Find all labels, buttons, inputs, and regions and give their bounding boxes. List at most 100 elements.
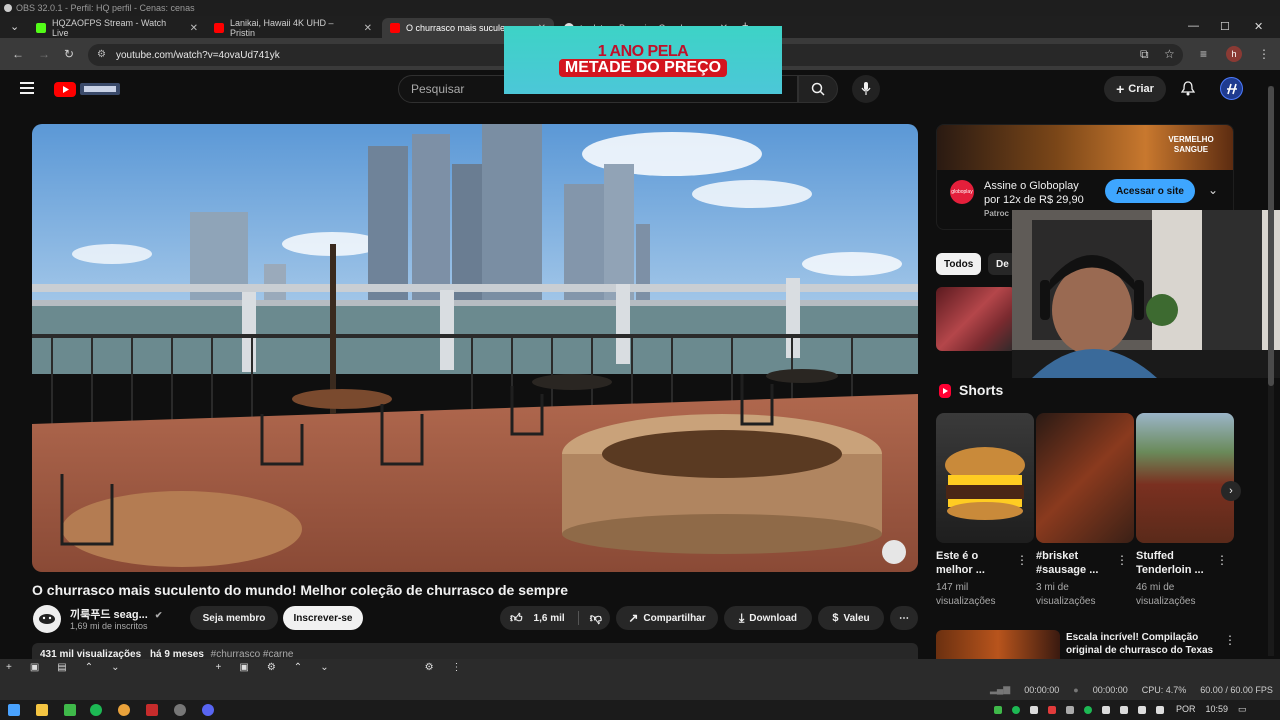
close-icon[interactable]: ✕	[364, 23, 372, 34]
thanks-button[interactable]: $ Valeu	[818, 606, 884, 630]
tab-kick-stream[interactable]: HQZAOFPS Stream - Watch Live ✕	[28, 18, 206, 38]
reload-icon[interactable]: ↻	[64, 47, 74, 61]
ad-cta-button[interactable]: Acessar o site	[1105, 179, 1195, 203]
share-label: Compartilhar	[643, 612, 706, 624]
share-button[interactable]: ↗ Compartilhar	[616, 606, 718, 630]
maximize-icon[interactable]: ☐	[1220, 20, 1230, 33]
share-icon: ↗	[628, 611, 639, 625]
dislike-icon[interactable]: 👎︎	[590, 611, 602, 626]
download-button[interactable]: ⤓ Download	[724, 606, 812, 630]
short-thumbnail[interactable]	[1036, 413, 1134, 543]
ad-text-line1: Assine o Globoplay	[984, 180, 1079, 192]
account-avatar[interactable]	[1220, 77, 1243, 100]
input-language[interactable]: POR	[1176, 704, 1196, 715]
move-up-icon[interactable]: ⌃	[85, 662, 93, 673]
file-explorer-icon[interactable]	[36, 704, 48, 716]
channel-avatar[interactable]	[33, 605, 61, 633]
tray-network-icon[interactable]	[1030, 706, 1038, 714]
recommended-video-title[interactable]: Escala incrível! Compilação original de …	[1066, 631, 1216, 657]
tab-search-icon[interactable]: ⌄	[10, 20, 19, 33]
bookmark-star-icon[interactable]: ☆	[1164, 47, 1175, 61]
mixer-menu-icon[interactable]: ⋮	[452, 662, 462, 673]
spotify-icon[interactable]	[90, 704, 102, 716]
remove-scene-icon[interactable]: ▣	[239, 662, 248, 673]
minimize-icon[interactable]: —	[1188, 20, 1199, 32]
recommended-menu-icon[interactable]: ⋮	[1224, 633, 1236, 647]
like-icon[interactable]: 👍︎	[510, 611, 523, 626]
short-menu-icon[interactable]: ⋮	[1116, 553, 1128, 567]
back-icon[interactable]: ←	[12, 47, 24, 61]
ad-logo-text: globoplay	[951, 189, 973, 195]
subscribe-button[interactable]: Inscrever-se	[283, 606, 363, 630]
create-button[interactable]: + Criar	[1104, 76, 1166, 102]
notifications-icon[interactable]: ▭	[1238, 704, 1247, 715]
youtube-icon	[214, 23, 224, 33]
news-app-icon[interactable]	[146, 704, 158, 716]
trash-icon[interactable]: ▣	[30, 662, 39, 673]
media-controls-icon[interactable]: ≡	[1200, 47, 1207, 61]
like-count[interactable]: 1,6 mil	[534, 613, 565, 624]
record-time: 00:00:00	[1092, 684, 1128, 695]
tray-headset-icon[interactable]	[1102, 706, 1110, 714]
start-menu-icon[interactable]	[8, 704, 20, 716]
obs-taskbar-icon[interactable]	[174, 704, 186, 716]
short-views-line: visualizações	[1036, 596, 1096, 607]
scene-down-icon[interactable]: ⌄	[320, 662, 328, 673]
ad-chevron-down-icon[interactable]: ⌄	[1208, 183, 1218, 197]
tray-wifi-icon[interactable]	[1138, 706, 1146, 714]
forward-icon[interactable]: →	[38, 47, 50, 61]
short-title[interactable]: Stuffed Tenderloin ...	[1136, 549, 1216, 577]
youtube-logo-icon[interactable]	[54, 81, 122, 97]
chrome-icon[interactable]	[118, 704, 130, 716]
mixer-settings-icon[interactable]: ⚙	[425, 662, 434, 673]
move-down-icon[interactable]: ⌄	[111, 662, 119, 673]
short-title-line: #sausage ...	[1036, 564, 1099, 576]
channel-name[interactable]: 끼룩푸드 seag... ✔	[70, 606, 162, 622]
short-views-line: 46 mi de	[1136, 582, 1175, 593]
short-thumbnail[interactable]	[1136, 413, 1234, 543]
system-tray[interactable]: POR 10:59 ▭	[1176, 704, 1247, 715]
notifications-bell-icon[interactable]	[1181, 81, 1195, 96]
recommended-title-line: Escala incrível! Compilação	[1066, 632, 1199, 643]
short-thumbnail[interactable]	[936, 413, 1034, 543]
filter-icon[interactable]: ▤	[57, 662, 66, 673]
recommended-thumbnail[interactable]	[936, 287, 1016, 351]
short-title[interactable]: Este é o melhor ...	[936, 549, 1016, 577]
tray-mic-icon[interactable]	[1120, 706, 1128, 714]
tray-volume-icon[interactable]	[1156, 706, 1164, 714]
tab-lanikai[interactable]: Lanikai, Hawaii 4K UHD – Pristin ✕	[206, 18, 380, 38]
short-title[interactable]: #brisket #sausage ...	[1036, 549, 1116, 577]
tray-status-icon[interactable]	[1084, 706, 1092, 714]
scene-settings-icon[interactable]: ⚙	[267, 662, 276, 673]
scrollbar-thumb[interactable]	[1268, 86, 1274, 386]
shorts-next-chevron-icon[interactable]: ›	[1221, 481, 1241, 501]
page-scrollbar[interactable]	[1268, 86, 1274, 656]
xbox-icon[interactable]	[64, 704, 76, 716]
site-info-icon[interactable]: ⚙	[97, 49, 106, 60]
add-scene-icon[interactable]: +	[216, 662, 222, 673]
tray-spotify-icon[interactable]	[1012, 706, 1020, 714]
chip-todos[interactable]: Todos	[936, 253, 982, 275]
short-menu-icon[interactable]: ⋮	[1016, 553, 1028, 567]
search-button[interactable]	[798, 75, 838, 103]
profile-avatar[interactable]: h	[1226, 46, 1242, 62]
install-icon[interactable]: ⧉	[1140, 47, 1149, 62]
close-icon[interactable]: ✕	[190, 23, 198, 34]
tray-settings-icon[interactable]	[1066, 706, 1074, 714]
browser-menu-icon[interactable]: ⋮	[1258, 47, 1270, 61]
discord-icon[interactable]	[202, 704, 214, 716]
video-player[interactable]	[32, 124, 918, 572]
join-button[interactable]: Seja membro	[190, 606, 278, 630]
tray-alert-icon[interactable]	[1048, 706, 1056, 714]
tray-app-icon[interactable]	[994, 706, 1002, 714]
scene-up-icon[interactable]: ⌃	[294, 662, 302, 673]
add-source-icon[interactable]: +	[6, 662, 12, 673]
more-actions-button[interactable]: ⋯	[890, 606, 918, 630]
clock[interactable]: 10:59	[1206, 704, 1229, 715]
voice-search-button[interactable]	[852, 75, 880, 103]
hamburger-menu-icon[interactable]	[20, 82, 34, 94]
short-views: 3 mi de visualizações	[1036, 581, 1095, 609]
window-close-icon[interactable]: ✕	[1254, 20, 1263, 33]
plus-icon: +	[1116, 81, 1125, 97]
short-menu-icon[interactable]: ⋮	[1216, 553, 1228, 567]
